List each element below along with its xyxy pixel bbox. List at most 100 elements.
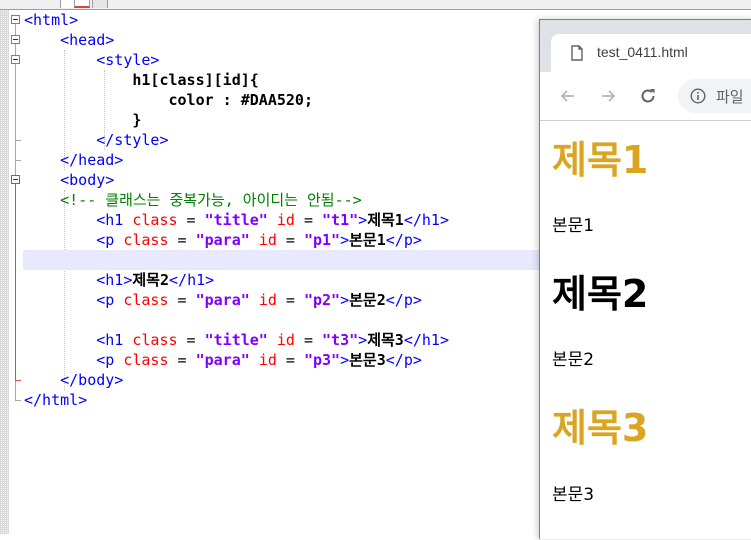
code-line[interactable]: h1[class][id]{ [24, 70, 259, 90]
browser-tab[interactable]: test_0411.html [551, 34, 751, 72]
code-token: <p [96, 291, 124, 309]
code-token: </style> [96, 131, 169, 149]
code-line[interactable]: <h1 class = "title" id = "t1">제목1</h1> [24, 210, 449, 230]
code-token: <html> [24, 11, 79, 29]
code-line[interactable]: <!-- 클래스는 중복가능, 아이디는 안됨--> [24, 190, 362, 210]
code-line[interactable]: <h1 class = "title" id = "t3">제목3</h1> [24, 330, 449, 350]
code-token: = [177, 211, 205, 229]
code-token: > [358, 211, 368, 229]
code-token: <p [96, 351, 124, 369]
editor-tab[interactable] [92, 0, 108, 8]
code-token: </h1> [403, 331, 449, 349]
code-token: id [276, 331, 295, 349]
code-token: 제목3 [367, 331, 404, 349]
fold-end-marker [15, 140, 21, 141]
fold-end-marker [15, 160, 21, 161]
code-token: <h1 [96, 211, 133, 229]
back-arrow-icon[interactable] [558, 86, 578, 106]
code-line[interactable]: <p class = "para" id = "p1">본문1</p> [24, 230, 422, 250]
heading-title-3: 제목3 [552, 406, 649, 450]
code-line[interactable]: </style> [24, 130, 169, 150]
fold-toggle-icon[interactable] [11, 175, 20, 184]
fold-toggle-icon[interactable] [11, 15, 20, 24]
fold-line-active [15, 184, 16, 380]
editor-tab-active[interactable] [74, 0, 90, 8]
code-token: = [276, 351, 304, 369]
code-token: > [340, 231, 350, 249]
code-token: 본문2 [349, 291, 386, 309]
code-token: </body> [60, 371, 124, 389]
code-line[interactable]: </head> [24, 150, 123, 170]
editor-margin [0, 10, 9, 534]
code-line[interactable]: </body> [24, 370, 123, 390]
code-line[interactable]: <p class = "para" id = "p3">본문3</p> [24, 350, 422, 370]
browser-window[interactable]: test_0411.html 파일 제목1 본문1 제목2 본문2 제목3 본문… [539, 19, 751, 539]
code-token: = [294, 211, 323, 229]
code-token: = [294, 331, 323, 349]
code-line[interactable]: <h1>제목2</h1> [24, 270, 214, 290]
code-token: class [123, 351, 169, 369]
code-line[interactable]: <html> [24, 10, 78, 30]
fold-toggle-icon[interactable] [11, 35, 20, 44]
code-token: </h1> [403, 211, 449, 229]
code-token: class [132, 211, 178, 229]
code-line[interactable]: <style> [24, 50, 159, 70]
address-bar[interactable]: 파일 [678, 79, 751, 113]
document-icon [569, 45, 585, 61]
code-line[interactable]: <body> [24, 170, 114, 190]
code-token: id [258, 351, 277, 369]
code-token: <!-- 클래스는 중복가능, 아이디는 안됨--> [60, 191, 362, 209]
code-token: </p> [385, 351, 422, 369]
code-token: > [358, 331, 368, 349]
paragraph-1: 본문1 [552, 216, 595, 236]
code-line[interactable]: <head> [24, 30, 114, 50]
code-token: "t1" [322, 211, 359, 229]
reload-icon[interactable] [638, 86, 658, 106]
code-token: </h1> [169, 271, 215, 289]
paragraph-2: 본문2 [552, 350, 595, 370]
paragraph-3: 본문3 [552, 485, 595, 505]
code-line[interactable]: color : #DAA520; [24, 90, 314, 110]
code-token: h1[class][id]{ [132, 71, 259, 89]
code-token: <h1> [96, 271, 133, 289]
code-token: </p> [385, 291, 422, 309]
forward-arrow-icon[interactable] [598, 86, 618, 106]
code-token: <h1 [96, 331, 133, 349]
fold-end-marker [15, 400, 21, 401]
code-token: id [276, 211, 295, 229]
code-token: "p2" [303, 291, 341, 309]
window-top-strip [0, 0, 751, 10]
code-token: "title" [204, 211, 268, 229]
code-line[interactable]: <p class = "para" id = "p2">본문2</p> [24, 290, 422, 310]
code-token: > [340, 291, 350, 309]
code-line[interactable]: } [24, 110, 141, 130]
code-line[interactable]: </html> [24, 390, 87, 410]
code-token: = [276, 231, 304, 249]
code-token: = [276, 291, 304, 309]
fold-toggle-icon[interactable] [11, 55, 20, 64]
code-token: 제목1 [367, 211, 404, 229]
code-token: class [123, 291, 169, 309]
info-icon[interactable] [690, 88, 706, 104]
code-token: <style> [96, 51, 160, 69]
code-token: <head> [60, 31, 115, 49]
code-token: "para" [195, 291, 250, 309]
code-token: class [132, 331, 178, 349]
code-token: class [123, 231, 169, 249]
